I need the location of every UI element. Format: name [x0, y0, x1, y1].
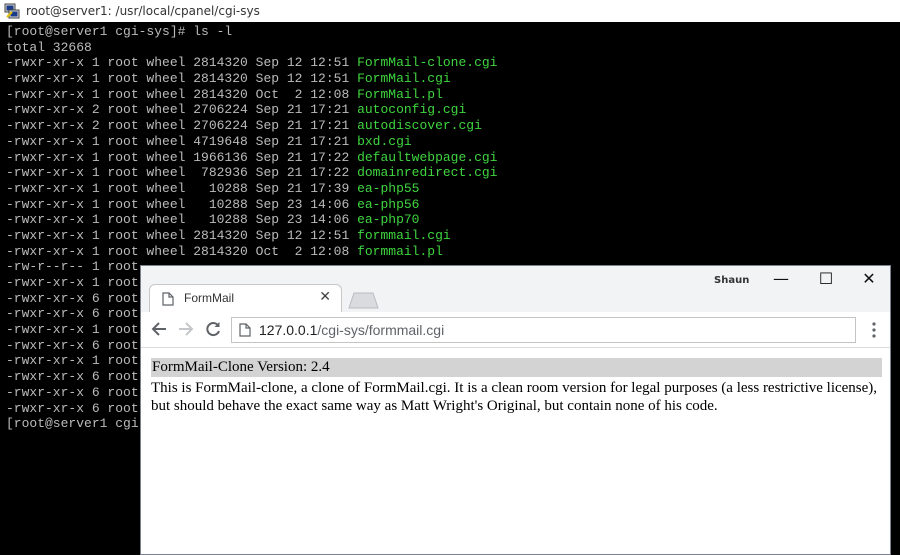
line-meta: -rwxr-xr-x 6 root: [6, 369, 139, 385]
line-meta: -rwxr-xr-x 1 root wheel 782936 Sep 21 17…: [6, 165, 358, 181]
terminal-line: -rwxr-xr-x 1 root wheel 782936 Sep 21 17…: [6, 165, 498, 181]
minimize-icon[interactable]: —: [763, 269, 799, 295]
line-meta: -rwxr-xr-x 1 root wheel 4719648 Sep 21 1…: [6, 133, 358, 149]
line-meta: -rwxr-xr-x 1 root: [6, 275, 139, 290]
terminal-line: -rwxr-xr-x 1 root wheel 2814320 Oct 2 12…: [6, 244, 498, 260]
line-meta: -rwxr-xr-x 6 root: [6, 306, 139, 322]
terminal-line: -rwxr-xr-x 1 root wheel 1966136 Sep 21 1…: [6, 150, 498, 166]
line-meta: -rwxr-xr-x 1 root: [6, 322, 139, 338]
tab-title: FormMail: [184, 291, 234, 305]
arrow-left-icon[interactable]: [149, 318, 171, 340]
terminal-line: -rwxr-xr-x 1 root wheel 2814320 Oct 2 12…: [6, 87, 498, 103]
page-content: FormMail-Clone Version: 2.4 This is Form…: [141, 348, 890, 554]
maximize-icon[interactable]: ☐: [808, 269, 844, 295]
address-bar[interactable]: 127.0.0.1/cgi-sys/formmail.cgi: [231, 317, 856, 343]
file-name: defaultwebpage.cgi: [357, 149, 498, 165]
browser-toolbar: 127.0.0.1/cgi-sys/formmail.cgi: [141, 312, 890, 348]
line-meta: -rwxr-xr-x 1 root: [6, 353, 139, 369]
line-meta: [root@server1 cgi: [6, 416, 139, 432]
line-meta: -rwxr-xr-x 1 root wheel 1966136 Sep 21 1…: [6, 149, 358, 165]
browser-window: FormMail ✕ Shaun — ☐ ✕ 127.0.0.1/cgi-sys…: [140, 265, 891, 555]
url-host: 127.0.0.1: [259, 322, 318, 338]
file-name: FormMail.cgi: [357, 71, 451, 87]
line-meta: total 32668: [6, 39, 92, 55]
page-description: This is FormMail-clone, a clone of FormM…: [151, 380, 878, 414]
terminal-line: -rwxr-xr-x 1 root wheel 2814320 Sep 12 1…: [6, 71, 498, 87]
terminal-titlebar[interactable]: root@server1: /usr/local/cpanel/cgi-sys: [0, 0, 900, 22]
page-info-icon[interactable]: [239, 323, 251, 337]
file-name: FormMail-clone.cgi: [357, 55, 498, 71]
kebab-menu-icon[interactable]: [868, 320, 880, 340]
line-meta: -rwxr-xr-x 2 root wheel 2706224 Sep 21 1…: [6, 118, 358, 134]
terminal-line: -rwxr-xr-x 1 root wheel 2814320 Sep 12 1…: [6, 228, 498, 244]
line-meta: -rwxr-xr-x 6 root: [6, 290, 139, 306]
line-meta: -rwxr-xr-x 1 root wheel 2814320 Sep 12 1…: [6, 227, 358, 243]
line-meta: [root@server1 cgi-sys]# ls -l: [6, 24, 233, 39]
terminal-line: -rwxr-xr-x 1 root wheel 10288 Sep 23 14:…: [6, 197, 498, 213]
new-tab-button[interactable]: [345, 291, 379, 309]
line-meta: -rwxr-xr-x 1 root wheel 2814320 Oct 2 12…: [6, 86, 358, 102]
terminal-line: -rwxr-xr-x 1 root wheel 2814320 Sep 12 1…: [6, 55, 498, 71]
line-meta: -rwxr-xr-x 1 root wheel 10288 Sep 21 17:…: [6, 180, 358, 196]
line-meta: -rw-r--r-- 1 root: [6, 259, 139, 275]
url-path: /cgi-sys/formmail.cgi: [317, 322, 445, 338]
line-meta: -rwxr-xr-x 6 root: [6, 384, 139, 400]
terminal-line: -rwxr-xr-x 2 root wheel 2706224 Sep 21 1…: [6, 102, 498, 118]
profile-name[interactable]: Shaun: [714, 275, 749, 286]
close-icon[interactable]: ✕: [851, 269, 887, 295]
page-heading: FormMail-Clone Version: 2.4: [151, 358, 882, 377]
terminal-title: root@server1: /usr/local/cpanel/cgi-sys: [26, 4, 260, 18]
file-name: ea-php55: [357, 180, 420, 196]
reload-icon[interactable]: [202, 318, 224, 340]
tab-formmail[interactable]: FormMail ✕: [149, 284, 342, 312]
line-meta: -rwxr-xr-x 1 root wheel 2814320 Sep 12 1…: [6, 71, 358, 87]
page-icon: [162, 292, 174, 306]
terminal-line: total 32668: [6, 40, 498, 56]
file-name: ea-php70: [357, 212, 420, 228]
terminal-line: -rwxr-xr-x 2 root wheel 2706224 Sep 21 1…: [6, 118, 498, 134]
arrow-right-icon[interactable]: [174, 318, 196, 340]
file-name: formmail.cgi: [357, 227, 451, 243]
terminal-line: -rwxr-xr-x 1 root wheel 4719648 Sep 21 1…: [6, 134, 498, 150]
file-name: FormMail.pl: [357, 86, 443, 102]
line-meta: -rwxr-xr-x 6 root: [6, 337, 139, 353]
terminal-line: -rwxr-xr-x 1 root wheel 10288 Sep 23 14:…: [6, 212, 498, 228]
file-name: formmail.pl: [357, 243, 443, 259]
file-name: bxd.cgi: [357, 133, 412, 149]
file-name: domainredirect.cgi: [357, 165, 498, 181]
line-meta: -rwxr-xr-x 1 root wheel 10288 Sep 23 14:…: [6, 196, 358, 212]
file-name: autoconfig.cgi: [357, 102, 467, 118]
browser-tabstrip: FormMail ✕ Shaun — ☐ ✕: [141, 266, 890, 312]
line-meta: -rwxr-xr-x 2 root wheel 2706224 Sep 21 1…: [6, 102, 358, 118]
file-name: autodiscover.cgi: [357, 118, 482, 134]
terminal-line: [root@server1 cgi-sys]# ls -l: [6, 24, 498, 40]
line-meta: -rwxr-xr-x 1 root wheel 2814320 Sep 12 1…: [6, 55, 358, 71]
putty-icon: [4, 3, 20, 19]
url-text[interactable]: 127.0.0.1/cgi-sys/formmail.cgi: [259, 322, 444, 338]
line-meta: -rwxr-xr-x 1 root wheel 2814320 Oct 2 12…: [6, 243, 358, 259]
file-name: ea-php56: [357, 196, 420, 212]
terminal-line: -rwxr-xr-x 1 root wheel 10288 Sep 21 17:…: [6, 181, 498, 197]
line-meta: -rwxr-xr-x 6 root: [6, 400, 139, 416]
close-icon[interactable]: ✕: [319, 289, 331, 305]
line-meta: -rwxr-xr-x 1 root wheel 10288 Sep 23 14:…: [6, 212, 358, 228]
